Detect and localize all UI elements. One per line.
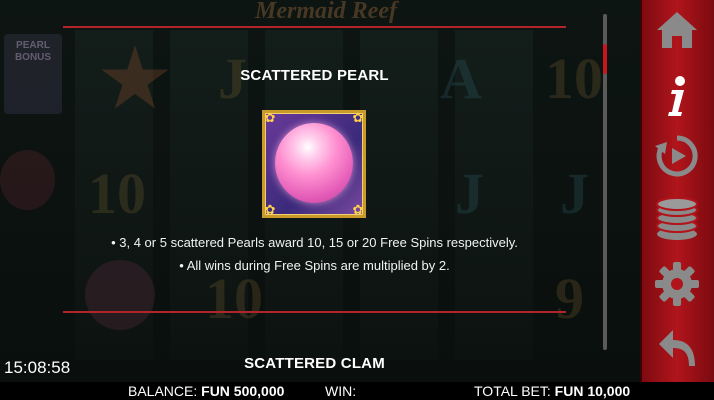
section-heading: SCATTERED PEARL (240, 67, 389, 84)
ten-symbol: 10 (88, 161, 146, 226)
total-bet-label: TOTAL BET: (474, 383, 551, 399)
info-button[interactable] (640, 70, 714, 122)
home-button[interactable] (640, 4, 714, 56)
coral-symbol (0, 150, 55, 210)
settings-icon (655, 262, 699, 306)
next-section-heading: SCATTERED CLAM (244, 355, 385, 372)
balance-display: BALANCE: FUN 500,000 (128, 383, 284, 399)
pearl-icon (275, 123, 353, 203)
scattered-pearl-symbol: ✿ ✿ ✿ ✿ (262, 110, 366, 218)
side-menu (640, 0, 714, 382)
total-bet-display: TOTAL BET: FUN 10,000 (474, 383, 630, 399)
ten-symbol: 10 (205, 266, 263, 331)
info-scrollbar-thumb[interactable] (603, 44, 607, 74)
status-bar: BALANCE: FUN 500,000 WIN: TOTAL BET: FUN… (0, 382, 714, 400)
game-logo: Mermaid Reef (255, 0, 397, 24)
home-icon (657, 12, 697, 48)
balance-value: FUN 500,000 (201, 383, 285, 399)
autoplay-icon (655, 135, 698, 177)
balance-label: BALANCE: (128, 383, 198, 399)
total-bet-value: FUN 10,000 (554, 383, 631, 399)
back-icon (659, 330, 695, 366)
autoplay-button[interactable] (640, 130, 714, 182)
settings-button[interactable] (640, 258, 714, 310)
coins-icon (656, 197, 698, 240)
win-label: WIN: (325, 383, 357, 399)
nine-symbol: 9 (555, 266, 584, 331)
panel-top-divider (63, 26, 566, 28)
j-symbol: J (560, 161, 589, 226)
rule-text: • All wins during Free Spins are multipl… (179, 258, 450, 273)
info-icon (668, 76, 685, 116)
corner-flower-icon: ✿ (264, 110, 276, 125)
corner-flower-icon: ✿ (264, 202, 276, 217)
corner-flower-icon: ✿ (352, 202, 364, 217)
corner-flower-icon: ✿ (352, 110, 364, 125)
panel-bottom-divider (63, 311, 566, 313)
pearl-bonus-badge: PEARL BONUS (4, 34, 62, 114)
bet-coins-button[interactable] (640, 193, 714, 245)
j-symbol: J (455, 161, 484, 226)
back-button[interactable] (640, 322, 714, 374)
rule-text: • 3, 4 or 5 scattered Pearls award 10, 1… (111, 235, 518, 250)
clock: 15:08:58 (4, 358, 71, 377)
win-display: WIN: (325, 383, 356, 399)
